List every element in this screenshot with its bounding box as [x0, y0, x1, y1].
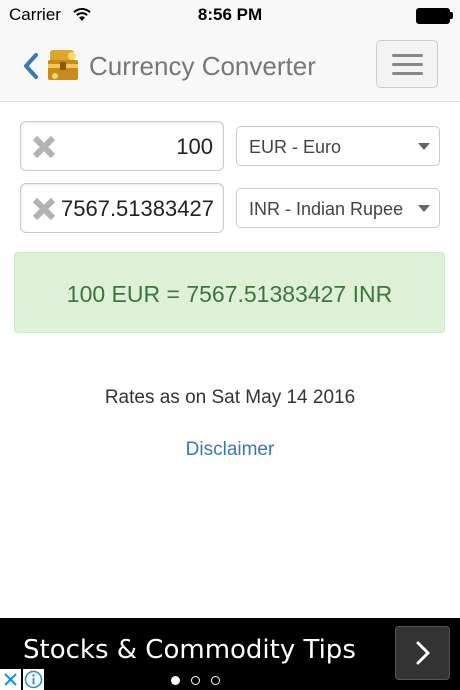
page-title: Currency Converter — [89, 51, 316, 81]
back-chevron-icon[interactable] — [22, 52, 40, 80]
clock: 8:56 PM — [197, 5, 263, 24]
close-icon[interactable] — [0, 669, 21, 690]
disclaimer-link[interactable]: Disclaimer — [0, 439, 460, 461]
from-currency-select[interactable]: EUR - Euro — [236, 126, 440, 166]
info-icon[interactable] — [23, 669, 44, 690]
chevron-down-icon — [418, 143, 430, 150]
to-currency-value: INR - Indian Rupee — [249, 199, 404, 219]
conversion-result: 100 EUR = 7567.51383427 INR — [66, 281, 393, 307]
battery-icon — [416, 8, 454, 24]
hamburger-menu-icon[interactable] — [376, 40, 438, 88]
to-currency-select[interactable]: INR - Indian Rupee — [236, 188, 440, 228]
result-alert: 100 EUR = 7567.51383427 INR — [14, 252, 445, 333]
ad-pager — [171, 676, 231, 688]
treasure-chest-icon — [48, 50, 78, 80]
from-currency-value: EUR - Euro — [249, 137, 342, 157]
to-amount-input[interactable]: 7567.51383427 — [61, 196, 213, 222]
status-bar: Carrier 8:56 PM — [0, 0, 460, 30]
ad-arrow-button[interactable] — [395, 626, 450, 680]
pager-dot[interactable] — [171, 676, 180, 685]
rates-date: Rates as on Sat May 14 2016 — [104, 387, 356, 408]
pager-dot[interactable] — [211, 676, 220, 685]
pager-dot[interactable] — [191, 676, 200, 685]
navbar: Currency Converter — [0, 30, 460, 102]
ad-headline[interactable]: Stocks & Commodity Tips — [23, 635, 356, 665]
from-amount-field[interactable]: 100 — [20, 121, 224, 171]
to-amount-field[interactable]: 7567.51383427 — [20, 183, 224, 233]
chevron-down-icon — [418, 205, 430, 212]
chevron-right-icon — [416, 641, 430, 665]
clear-to-icon[interactable] — [31, 196, 57, 222]
clear-from-icon[interactable] — [31, 134, 57, 160]
from-amount-input[interactable]: 100 — [61, 134, 213, 160]
